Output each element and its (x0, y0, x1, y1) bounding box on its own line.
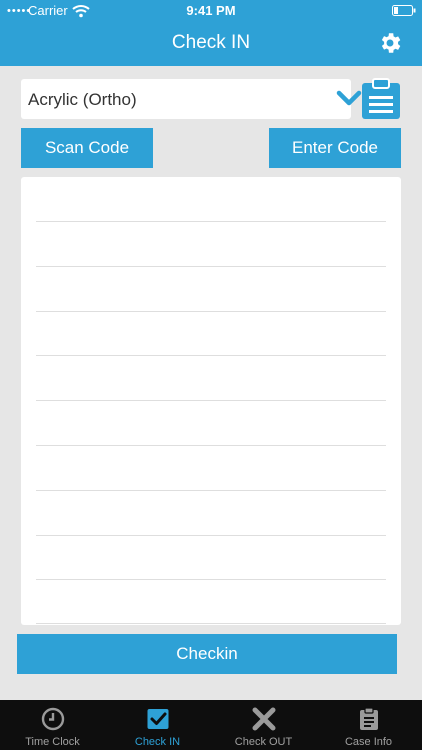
x-icon (252, 707, 276, 731)
tab-bar: Time Clock Check IN Check OUT Case Info (0, 700, 422, 750)
list-row-divider (36, 221, 386, 222)
list-row-divider (36, 400, 386, 401)
status-bar: ••••• Carrier 9:41 PM (0, 0, 422, 22)
settings-gear-icon[interactable] (377, 30, 403, 56)
tab-label: Check IN (134, 736, 181, 748)
status-time: 9:41 PM (186, 3, 236, 18)
scan-code-button[interactable]: Scan Code (21, 128, 153, 168)
tab-label: Check OUT (234, 736, 293, 748)
list-row-divider (36, 266, 386, 267)
list-row-divider (36, 490, 386, 491)
tab-label: Case Info (344, 736, 393, 748)
clock-icon (41, 707, 65, 731)
checkin-button[interactable]: Checkin (17, 634, 397, 674)
list-row-divider (36, 579, 386, 580)
page-title: Check IN (171, 32, 251, 53)
tab-case-info[interactable]: Case Info (316, 700, 421, 750)
tab-check-in[interactable]: Check IN (105, 700, 210, 750)
list-row-divider (36, 355, 386, 356)
list-row-divider (36, 311, 386, 312)
material-dropdown[interactable]: Acrylic (Ortho) (21, 79, 362, 119)
list-row-divider (36, 445, 386, 446)
clipboard-icon[interactable] (360, 78, 402, 120)
clipboard-icon (360, 707, 378, 730)
chevron-down-icon (336, 90, 362, 106)
tab-check-out[interactable]: Check OUT (211, 700, 316, 750)
checkin-list (21, 177, 401, 625)
tab-label: Time Clock (25, 736, 80, 748)
list-row-divider (36, 535, 386, 536)
enter-code-button[interactable]: Enter Code (269, 128, 401, 168)
app-header: ••••• Carrier 9:41 PM Check IN (0, 0, 422, 66)
checkbox-icon (147, 709, 169, 729)
battery-icon (392, 5, 416, 16)
material-dropdown-value: Acrylic (Ortho) (28, 90, 137, 109)
list-row-divider (36, 623, 386, 624)
tab-time-clock[interactable]: Time Clock (0, 700, 105, 750)
